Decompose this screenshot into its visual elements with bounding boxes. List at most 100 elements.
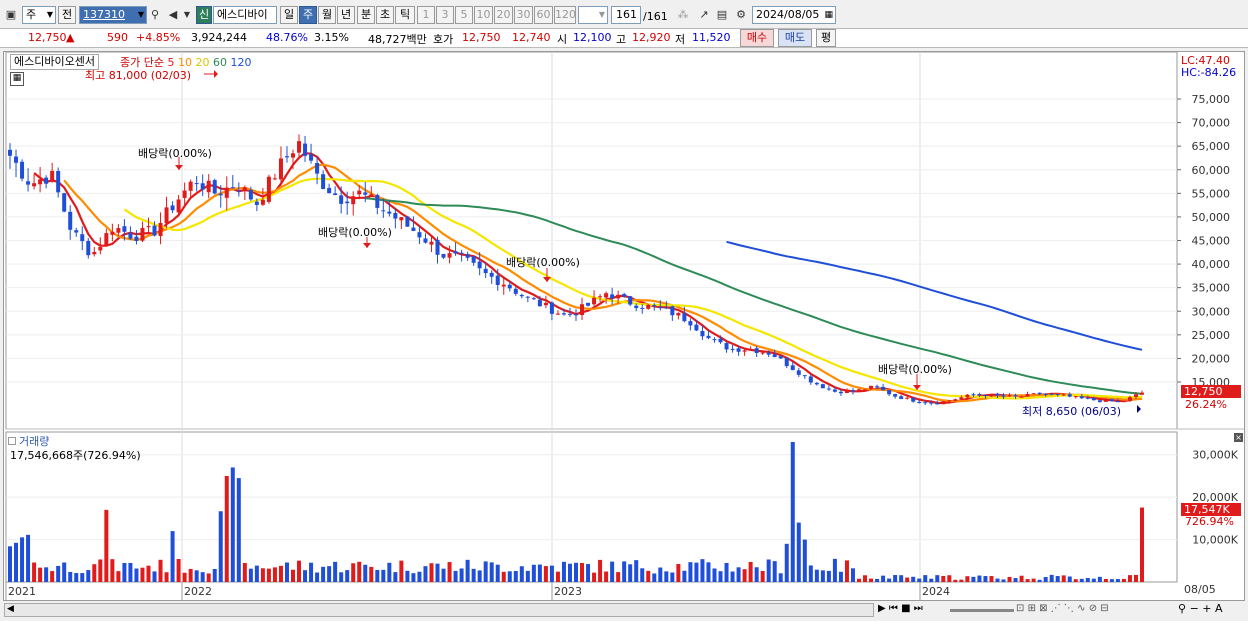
tool-icon-2[interactable]: ⊞	[1028, 603, 1036, 614]
candle	[1007, 395, 1012, 397]
ma-120-label: 120	[230, 56, 252, 69]
period-minute-button[interactable]: 분	[357, 6, 375, 24]
moving-averages	[33, 70, 1143, 413]
volume-bar	[640, 568, 645, 582]
volume-bar	[718, 571, 723, 582]
candle	[610, 294, 615, 299]
chevron-down-icon[interactable]: ▼	[180, 7, 194, 22]
zoom-out-icon[interactable]: −	[1190, 602, 1199, 615]
period-day-button[interactable]: 일	[280, 6, 298, 24]
eval-button[interactable]: 평	[816, 29, 836, 47]
nav-controls[interactable]: ▶ ⏮ ■ ⏭	[878, 603, 923, 614]
stock-chart[interactable]: 75,000 70,000 65,000 60,000 55,000 50,000 45,0…	[4, 52, 1244, 600]
candle	[712, 339, 717, 341]
candle	[375, 194, 380, 208]
speaker-icon[interactable]: ◀	[166, 7, 180, 22]
candle	[1073, 396, 1078, 398]
interval-1-button[interactable]: 1	[417, 6, 435, 24]
period-tick-button[interactable]: 틱	[395, 6, 415, 24]
grid	[5, 52, 1244, 583]
interval-10-button[interactable]: 10	[474, 6, 493, 24]
period-year-button[interactable]: 년	[337, 6, 355, 24]
drawing-tool-icon[interactable]: ↗	[697, 7, 711, 22]
volume-bar	[20, 537, 25, 582]
tool-icon-3[interactable]: ⊠	[1039, 603, 1047, 614]
candle	[742, 350, 747, 352]
candle	[634, 305, 639, 309]
candle	[459, 252, 464, 254]
last-icon[interactable]: ⏭	[914, 603, 923, 614]
volume-bar	[224, 475, 229, 582]
save-icon[interactable]: ▤	[715, 7, 729, 22]
chart-compare-icon[interactable]: ⁂	[676, 7, 690, 22]
candle	[622, 294, 627, 297]
zoom-slider[interactable]	[950, 609, 1014, 612]
code-input[interactable]: 137310 ▼	[79, 6, 147, 24]
first-icon[interactable]: ⏮	[889, 603, 898, 614]
volume-bar	[1043, 577, 1048, 582]
gear-icon[interactable]: ⚙	[734, 7, 748, 22]
market-type-select[interactable]: 주 ▼	[22, 6, 56, 24]
open-label: 시	[557, 33, 568, 46]
chart-area[interactable]: 75,000 70,000 65,000 60,000 55,000 50,000 45,0…	[3, 51, 1245, 601]
period-week-button[interactable]: 주	[299, 6, 317, 24]
date-input[interactable]: 2024/08/05 ▦	[752, 6, 836, 24]
page-counter-input[interactable]: 161	[611, 6, 641, 24]
volume-bar	[953, 579, 958, 582]
period-month-button[interactable]: 월	[318, 6, 336, 24]
horizontal-scrollbar[interactable]: ◀	[4, 603, 874, 617]
custom-interval-select[interactable]: ▼	[578, 6, 608, 24]
font-size-icon[interactable]: A	[1215, 602, 1223, 615]
stop-icon[interactable]: ■	[901, 603, 910, 614]
candle	[1140, 392, 1144, 395]
interval-3-button[interactable]: 3	[436, 6, 454, 24]
tool-icon-7[interactable]: ⊘	[1089, 603, 1097, 614]
tool-icon-5[interactable]: ⋱	[1064, 603, 1074, 614]
volume-bar	[766, 559, 771, 582]
candle	[971, 394, 976, 396]
search-icon[interactable]: ⚲	[148, 7, 162, 22]
zoom-controls[interactable]: ⚲ − + A	[1178, 602, 1223, 615]
period-second-button[interactable]: 초	[376, 6, 394, 24]
interval-60-button[interactable]: 60	[534, 6, 553, 24]
close-icon[interactable]: ×	[1234, 433, 1243, 442]
tool-icon-8[interactable]: ⊟	[1100, 603, 1108, 614]
tool-icon-4[interactable]: ⋰	[1051, 603, 1061, 614]
volume-bar	[1091, 578, 1096, 582]
candle	[959, 397, 964, 400]
candle	[56, 170, 61, 193]
scroll-right-icon[interactable]: ▶	[878, 603, 886, 614]
window-icon[interactable]: ▣	[4, 7, 18, 22]
volume-bar	[899, 575, 904, 582]
volume-bar	[869, 578, 874, 582]
volume-bar	[983, 576, 988, 582]
interval-5-button[interactable]: 5	[455, 6, 473, 24]
sell-button[interactable]: 매도	[778, 29, 812, 47]
candle	[212, 180, 217, 194]
tool-icon-1[interactable]: ⊡	[1016, 603, 1024, 614]
interval-20-button[interactable]: 20	[494, 6, 513, 24]
candle	[929, 402, 934, 404]
volume-bar	[1085, 578, 1090, 582]
zoom-icon[interactable]: ⚲	[1178, 602, 1186, 615]
prev-button[interactable]: 전	[58, 6, 76, 24]
volume-bar	[393, 572, 398, 582]
volume-bar	[1019, 575, 1024, 582]
stock-name-field[interactable]: 에스디바이	[213, 6, 277, 24]
grid-toggle-icon[interactable]: ▦	[10, 72, 24, 86]
candle	[369, 194, 374, 196]
candle	[140, 227, 145, 241]
volume-bar	[754, 567, 759, 582]
buy-button[interactable]: 매수	[740, 29, 774, 47]
candle	[850, 390, 855, 392]
dividend-label-1: 배당락(0.00%)	[138, 147, 212, 160]
interval-120-button[interactable]: 120	[554, 6, 576, 24]
zoom-in-icon[interactable]: +	[1202, 602, 1211, 615]
volume-bar	[561, 561, 566, 582]
tool-icon-6[interactable]: ∿	[1077, 603, 1085, 614]
candle	[555, 313, 560, 315]
chart-tools[interactable]: ⊡ ⊞ ⊠ ⋰ ⋱ ∿ ⊘ ⊟	[1016, 603, 1109, 614]
interval-30-button[interactable]: 30	[514, 6, 533, 24]
scroll-left-icon[interactable]: ◀	[7, 604, 14, 614]
calendar-icon[interactable]: ▦	[824, 7, 833, 23]
